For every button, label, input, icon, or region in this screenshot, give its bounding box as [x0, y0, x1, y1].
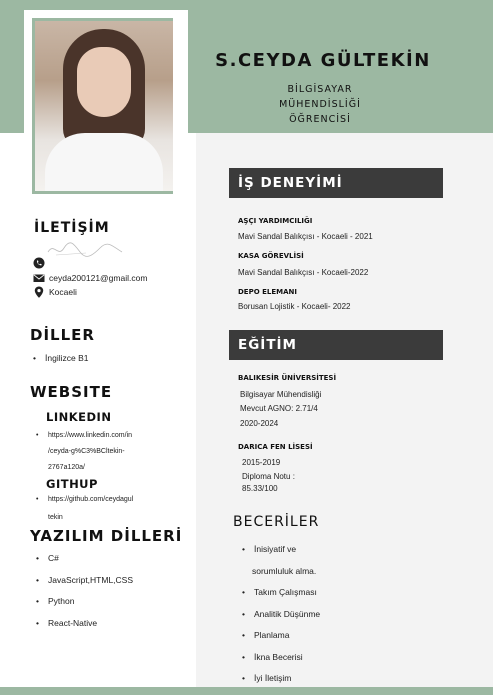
education-title-bar: EĞİTİM — [229, 330, 443, 360]
linkedin-url-part[interactable]: https://www.linkedin.com/in — [48, 428, 186, 444]
linkedin-link[interactable]: https://www.linkedin.com/in /ceyda-g%C3%… — [36, 428, 186, 476]
skill-item: Takım Çalışması — [242, 582, 432, 604]
programming-item: C# — [36, 548, 133, 570]
photo-shirt — [45, 133, 163, 191]
photo-face — [77, 47, 131, 117]
school-detail: 85.33/100 — [242, 484, 278, 493]
school-detail: 2020-2024 — [240, 419, 279, 428]
subtitle-line: BİLGİSAYAR — [287, 84, 353, 95]
github-link[interactable]: https://github.com/ceydagul tekin — [36, 491, 186, 527]
linkedin-url-part[interactable]: 2767a120a/ — [48, 460, 186, 476]
linkedin-url-line[interactable]: https://www.linkedin.com/in /ceyda-g%C3%… — [36, 428, 186, 476]
phone-icon — [33, 257, 45, 269]
school-detail: Diploma Notu : — [242, 472, 295, 481]
contact-phone-row — [33, 257, 49, 269]
job-detail: Mavi Sandal Balıkçısı - Kocaeli-2022 — [238, 268, 369, 277]
location-pin-icon — [33, 286, 45, 298]
website-title: WEBSITE — [30, 383, 113, 401]
profile-photo-border — [32, 18, 173, 194]
school-detail: 2015-2019 — [242, 458, 281, 467]
school-detail: Bilgisayar Mühendisliği — [240, 390, 322, 399]
contact-location-row: Kocaeli — [33, 286, 77, 298]
github-url-part[interactable]: https://github.com/ceydagul — [48, 491, 186, 509]
skill-item: İnisiyatif ve — [242, 539, 432, 561]
contact-email-row: ceyda200121@gmail.com — [33, 272, 147, 284]
languages-title: DİLLER — [30, 326, 95, 344]
job-title: AŞÇI YARDIMCILIĞI — [238, 217, 313, 225]
languages-list: İngilizce B1 — [33, 353, 88, 363]
subtitle-line: MÜHENDİSLİĞİ — [279, 99, 361, 110]
programming-title: YAZILIM DİLLERİ — [30, 527, 183, 545]
github-url-part[interactable]: tekin — [48, 509, 186, 527]
skills-title: BECERİLER — [233, 514, 320, 530]
github-url-line[interactable]: https://github.com/ceydagul tekin — [36, 491, 186, 527]
programming-list: C# JavaScript,HTML,CSS Python React-Nati… — [36, 548, 133, 634]
resume-page: S.CEYDA GÜLTEKİN BİLGİSAYAR MÜHENDİSLİĞİ… — [0, 0, 493, 695]
job-title: DEPO ELEMANI — [238, 288, 297, 296]
skill-item: İyi İletişim — [242, 668, 432, 690]
profile-photo — [35, 21, 173, 191]
linkedin-label: LINKEDIN — [46, 410, 112, 424]
experience-title-bar: İŞ DENEYİMİ — [229, 168, 443, 198]
job-detail: Borusan Lojistik - Kocaeli- 2022 — [238, 302, 351, 311]
programming-item: Python — [36, 591, 133, 613]
skill-item: Analitik Düşünme — [242, 604, 432, 626]
school-name: DARICA FEN LİSESİ — [238, 443, 313, 451]
email-value[interactable]: ceyda200121@gmail.com — [49, 273, 147, 283]
programming-item: React-Native — [36, 613, 133, 635]
job-title: KASA GÖREVLİSİ — [238, 252, 304, 260]
skills-list: İnisiyatif ve sorumluluk alma. Takım Çal… — [242, 539, 432, 690]
job-detail: Mavi Sandal Balıkçısı - Kocaeli - 2021 — [238, 232, 373, 241]
school-detail: Mevcut AGNO: 2.71/4 — [240, 404, 318, 413]
location-value: Kocaeli — [49, 287, 77, 297]
school-name: BALIKESİR ÜNİVERSİTESİ — [238, 374, 337, 382]
signature-mark — [47, 242, 123, 257]
subtitle-line: ÖĞRENCİSİ — [289, 114, 351, 125]
skill-item-continuation: sorumluluk alma. — [252, 565, 317, 576]
contact-title: İLETİŞİM — [34, 220, 110, 236]
person-subtitle: BİLGİSAYAR MÜHENDİSLİĞİ ÖĞRENCİSİ — [240, 82, 400, 127]
skill-item: Planlama — [242, 625, 432, 647]
programming-item: JavaScript,HTML,CSS — [36, 570, 133, 592]
language-item: İngilizce B1 — [33, 353, 88, 363]
profile-photo-frame — [24, 10, 188, 202]
linkedin-url-part[interactable]: /ceyda-g%C3%BCltekin- — [48, 444, 186, 460]
skill-item: İkna Becerisi — [242, 647, 432, 669]
envelope-icon — [33, 272, 45, 284]
person-name: S.CEYDA GÜLTEKİN — [215, 50, 431, 71]
github-label: GITHUP — [46, 477, 98, 491]
